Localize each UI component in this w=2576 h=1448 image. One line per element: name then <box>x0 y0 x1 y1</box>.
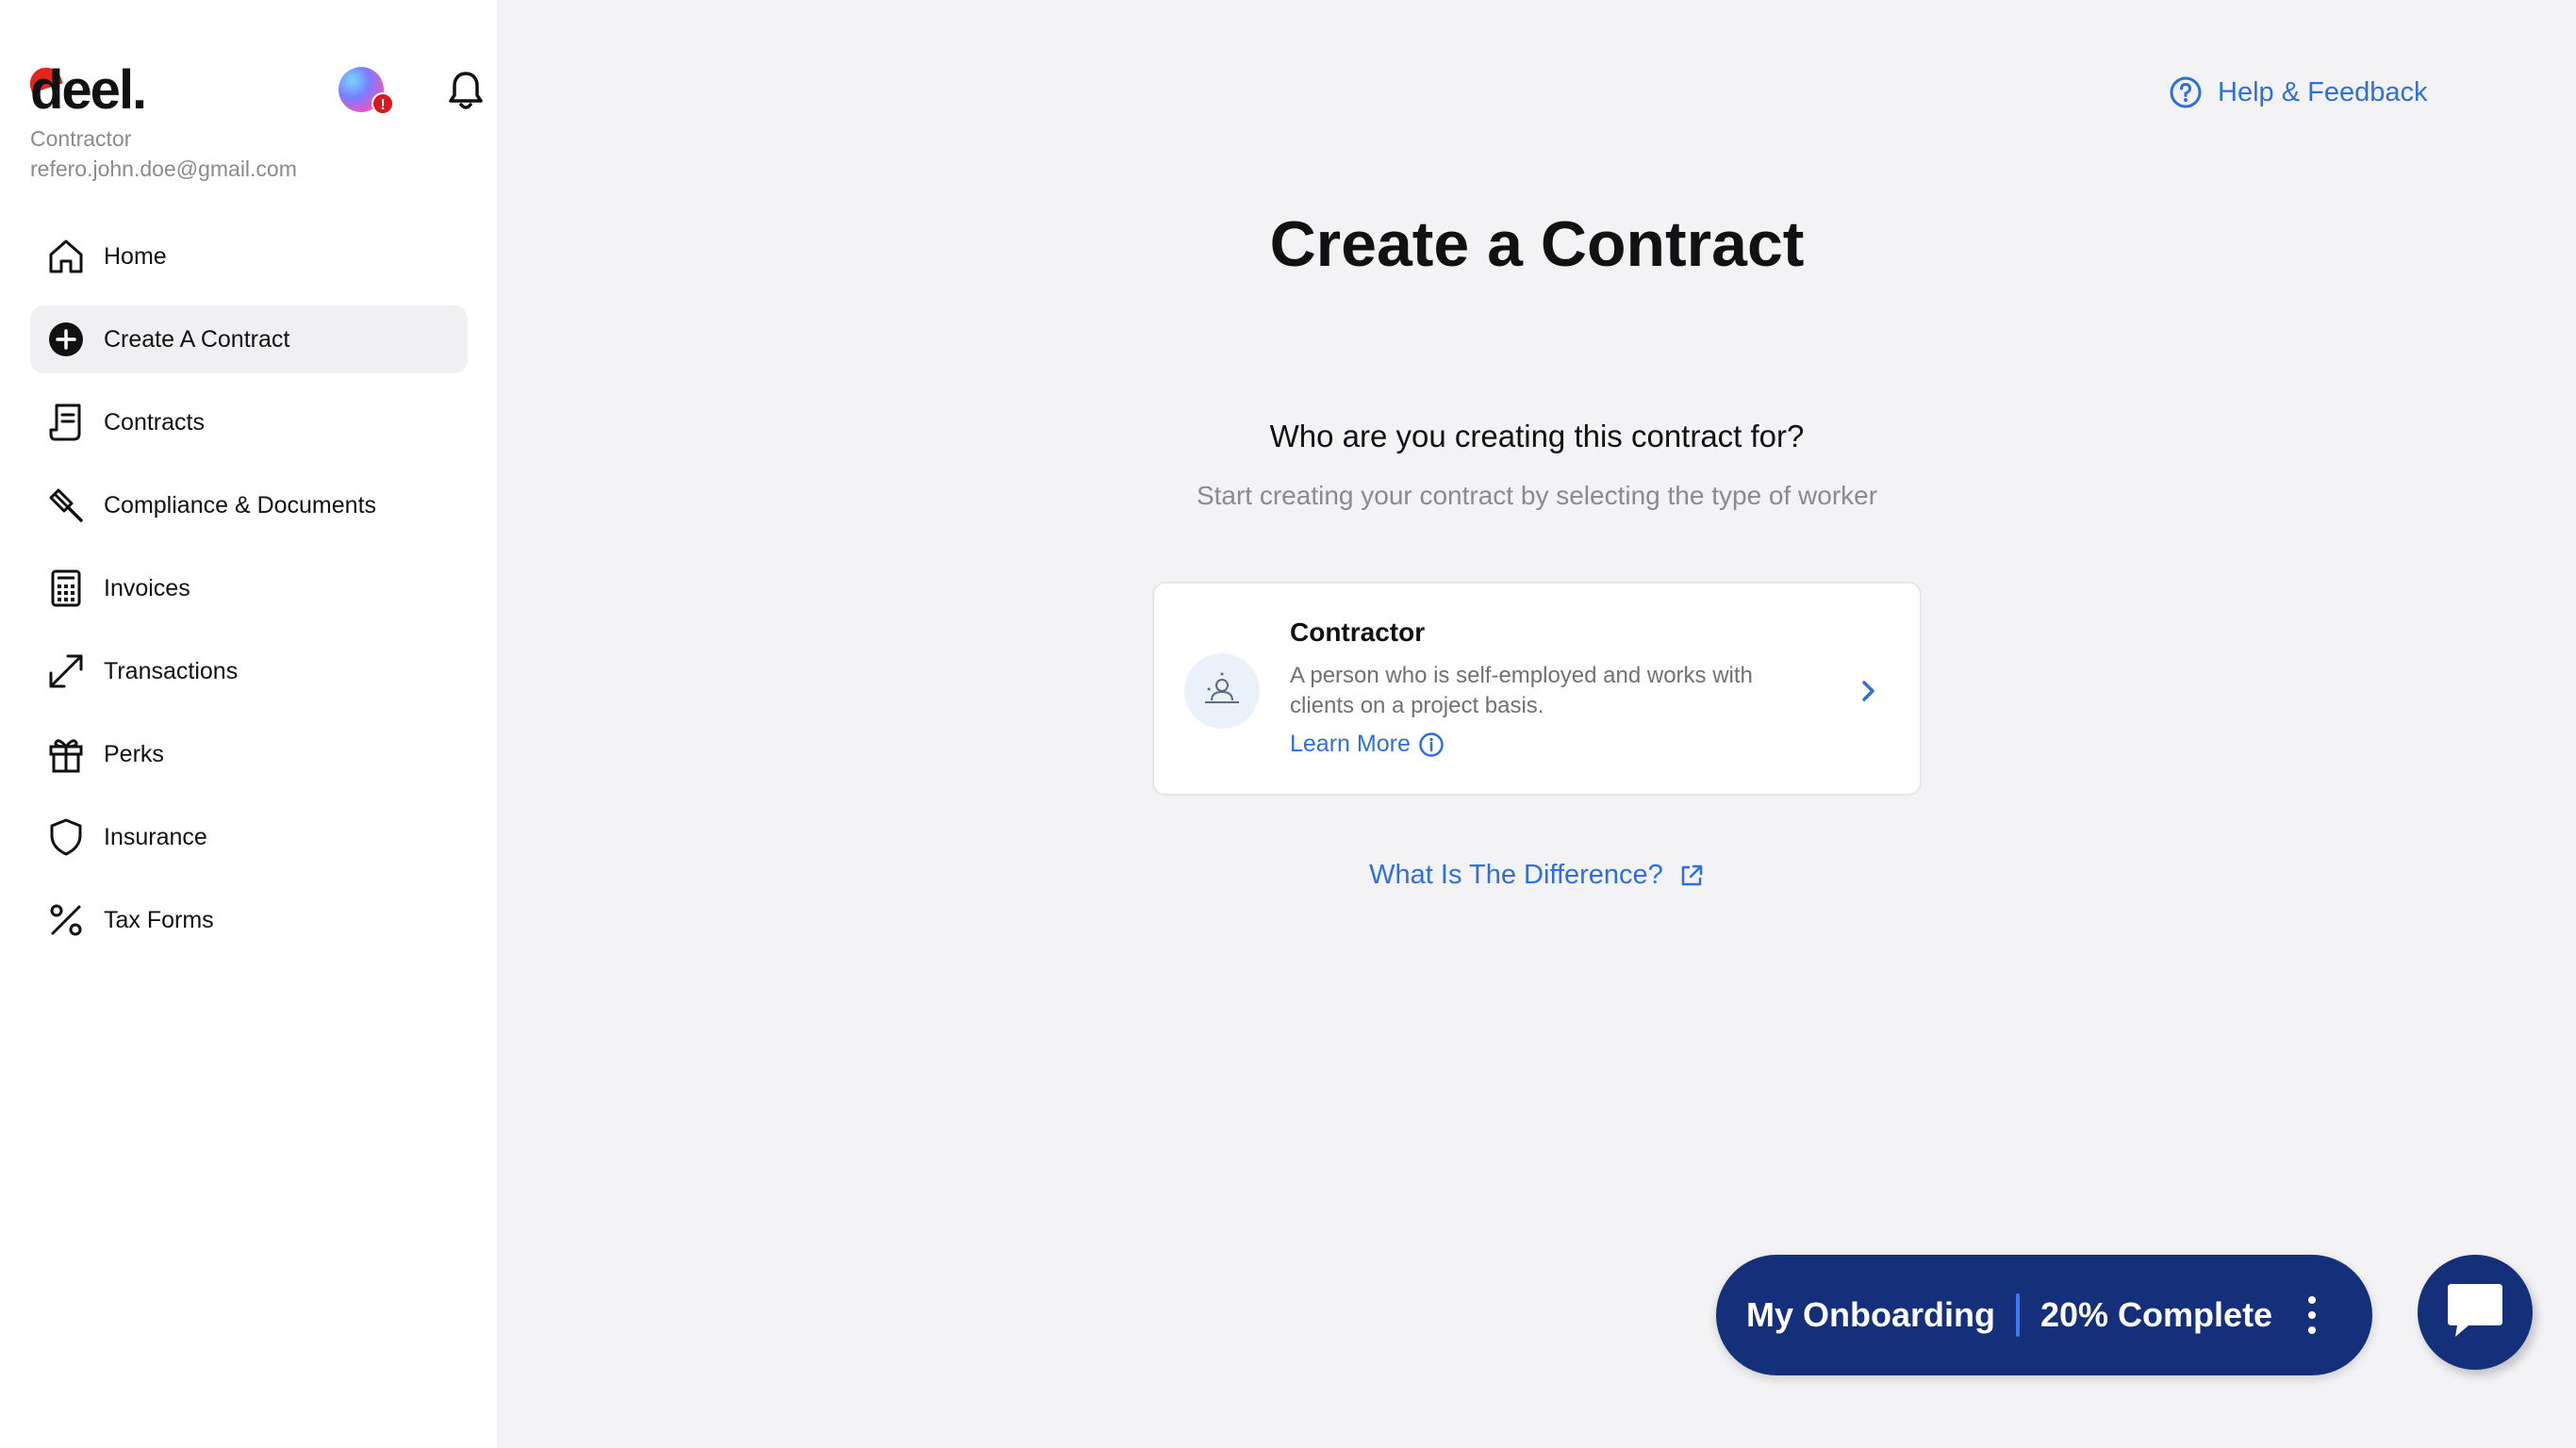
learn-more-label: Learn More <box>1290 731 1411 757</box>
user-role: Contractor <box>30 126 132 151</box>
sidebar-item-label: Tax Forms <box>104 906 214 933</box>
help-feedback-link[interactable]: Help & Feedback <box>2169 75 2427 109</box>
logo[interactable]: deel. <box>30 62 147 119</box>
sidebar-item-label: Perks <box>104 740 164 767</box>
sidebar-item-contracts[interactable]: Contracts <box>30 388 468 456</box>
contractor-person-icon <box>1184 653 1260 729</box>
difference-label: What Is The Difference? <box>1369 860 1663 890</box>
sidebar-item-insurance[interactable]: Insurance <box>30 803 468 871</box>
question-circle-icon <box>2169 75 2203 109</box>
info-icon <box>1418 732 1445 758</box>
chat-bubble-icon <box>2444 1280 2506 1345</box>
sidebar-item-invoices[interactable]: Invoices <box>30 554 468 622</box>
sidebar-item-label: Contracts <box>104 408 205 436</box>
worker-type-question: Who are you creating this contract for? <box>1269 419 1805 453</box>
help-feedback-label: Help & Feedback <box>2218 76 2428 107</box>
calculator-icon <box>45 568 87 609</box>
card-title: Contractor <box>1290 617 1426 647</box>
sidebar-item-label: Invoices <box>104 574 190 601</box>
sidebar-item-label: Insurance <box>104 823 207 850</box>
sidebar-item-label: Compliance & Documents <box>104 491 377 518</box>
sidebar: deel. ! Contractor refero.john.doe@gmail… <box>0 0 498 1448</box>
document-icon <box>45 402 87 443</box>
sidebar-item-label: Home <box>104 242 167 270</box>
sidebar-header: deel. ! <box>25 62 483 119</box>
app-root: deel. ! Contractor refero.john.doe@gmail… <box>0 0 2576 1448</box>
sidebar-nav: Home Create A Contract Contracts Complia… <box>30 222 468 969</box>
onboarding-divider <box>2016 1293 2020 1337</box>
gift-icon <box>45 733 87 775</box>
chat-button[interactable] <box>2418 1255 2533 1370</box>
sidebar-item-transactions[interactable]: Transactions <box>30 637 468 705</box>
sidebar-item-label: Create A Contract <box>104 325 290 353</box>
contractor-option-card[interactable]: Contractor A person who is self-employed… <box>1152 582 1922 796</box>
sidebar-item-create-contract[interactable]: Create A Contract <box>30 305 468 373</box>
onboarding-progress-pill[interactable]: My Onboarding 20% Complete <box>1716 1255 2372 1375</box>
plus-circle-icon <box>45 319 87 360</box>
sidebar-item-compliance[interactable]: Compliance & Documents <box>30 471 468 539</box>
page-title: Create a Contract <box>1269 208 1805 280</box>
home-icon <box>45 236 87 277</box>
card-description: A person who is self-employed and works … <box>1290 663 1753 718</box>
bell-icon[interactable] <box>447 70 485 111</box>
more-vertical-icon[interactable] <box>2303 1296 2321 1334</box>
onboarding-progress-text: 20% Complete <box>2040 1295 2273 1334</box>
sidebar-item-label: Transactions <box>104 657 239 684</box>
learn-more-link[interactable]: Learn More <box>1290 731 1445 758</box>
arrows-icon <box>45 650 87 692</box>
chevron-right-icon[interactable] <box>1854 672 1884 710</box>
sidebar-item-home[interactable]: Home <box>30 222 468 290</box>
onboarding-label: My Onboarding <box>1746 1295 1995 1334</box>
external-link-icon <box>1678 863 1705 889</box>
worker-type-subtitle: Start creating your contract by selectin… <box>1196 481 1878 510</box>
gavel-icon <box>45 485 87 526</box>
sidebar-item-perks[interactable]: Perks <box>30 720 468 788</box>
what-is-the-difference-link[interactable]: What Is The Difference? <box>1037 860 2037 891</box>
avatar-alert-badge: ! <box>372 92 394 115</box>
shield-icon <box>45 816 87 858</box>
user-email: refero.john.doe@gmail.com <box>30 156 297 181</box>
sidebar-item-tax-forms[interactable]: Tax Forms <box>30 886 468 954</box>
percent-icon <box>45 899 87 941</box>
